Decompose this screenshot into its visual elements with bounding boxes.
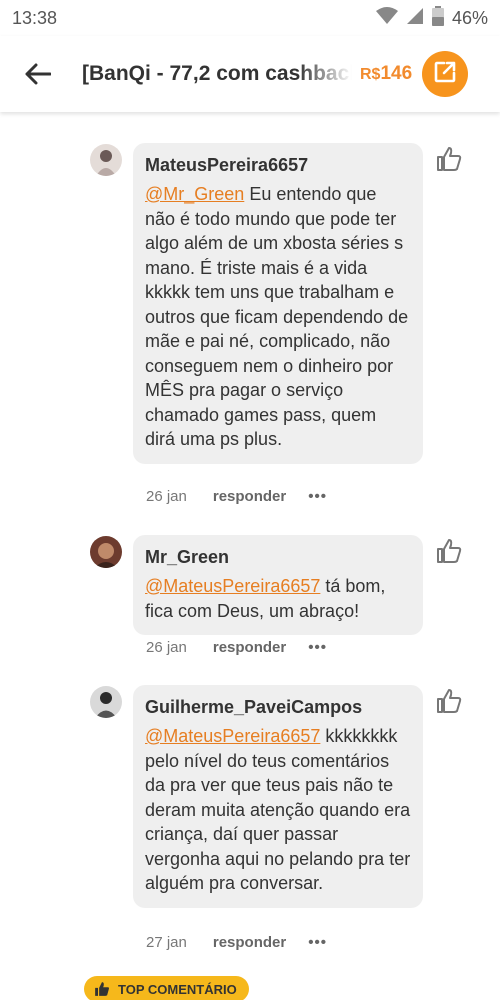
page-title: [BanQi - 77,2 com cashback: [82, 62, 352, 85]
comment-bubble: Guilherme_PaveiCampos @MateusPereira6657…: [133, 685, 423, 908]
top-comment-badge: TOP COMENTÁRIO: [84, 976, 249, 1000]
back-arrow-icon[interactable]: [20, 56, 56, 92]
app-bar: [BanQi - 77,2 com cashback R$146: [0, 36, 500, 112]
status-bar: 13:38 46%: [0, 0, 500, 36]
more-options-button[interactable]: •••: [308, 488, 327, 505]
avatar[interactable]: [90, 144, 122, 176]
status-time: 13:38: [12, 7, 58, 28]
wifi-icon: [375, 6, 398, 30]
thumbs-up-icon: [94, 981, 110, 997]
reply-button[interactable]: responder: [213, 488, 286, 505]
mention-link[interactable]: @Mr_Green: [145, 184, 244, 204]
comment-body: @Mr_Green Eu entendo que não é todo mund…: [145, 184, 409, 449]
comment-date: 26 jan: [146, 639, 187, 656]
signal-icon: [406, 7, 424, 30]
comment-meta: 26 jan responder •••: [146, 488, 327, 505]
more-options-button[interactable]: •••: [308, 934, 327, 951]
thumbs-up-icon[interactable]: [435, 687, 463, 715]
external-link-button[interactable]: [422, 51, 469, 97]
cashback-amount: R$146: [360, 63, 413, 84]
thumbs-up-icon[interactable]: [435, 145, 463, 173]
comment-meta: 27 jan responder •••: [146, 934, 327, 951]
comment-bubble: Mr_Green @MateusPereira6657 tá bom, fica…: [133, 535, 423, 635]
top-comment-label: TOP COMENTÁRIO: [118, 981, 237, 997]
comment-date: 26 jan: [146, 488, 187, 505]
thumbs-up-icon[interactable]: [435, 537, 463, 565]
mention-link[interactable]: @MateusPereira6657: [145, 726, 320, 746]
avatar[interactable]: [90, 536, 122, 568]
comment-author[interactable]: Guilherme_PaveiCampos: [145, 697, 411, 718]
comment-meta: 26 jan responder •••: [146, 639, 327, 656]
battery-icon: [431, 5, 444, 31]
reply-button[interactable]: responder: [213, 639, 286, 656]
comment-author[interactable]: MateusPereira6657: [145, 155, 411, 176]
mention-link[interactable]: @MateusPereira6657: [145, 576, 320, 596]
reply-button[interactable]: responder: [213, 934, 286, 951]
external-link-icon: [433, 60, 457, 89]
battery-percent: 46%: [451, 7, 488, 28]
avatar[interactable]: [90, 686, 122, 718]
comment-bubble: MateusPereira6657 @Mr_Green Eu entendo q…: [133, 143, 423, 464]
comments-list: MateusPereira6657 @Mr_Green Eu entendo q…: [0, 112, 500, 1000]
more-options-button[interactable]: •••: [308, 639, 327, 656]
comment-author[interactable]: Mr_Green: [145, 547, 411, 568]
comment-date: 27 jan: [146, 934, 187, 951]
comment-body: @MateusPereira6657 tá bom, fica com Deus…: [145, 576, 386, 621]
comment-body: @MateusPereira6657 kkkkkkkk pelo nível d…: [145, 726, 411, 893]
